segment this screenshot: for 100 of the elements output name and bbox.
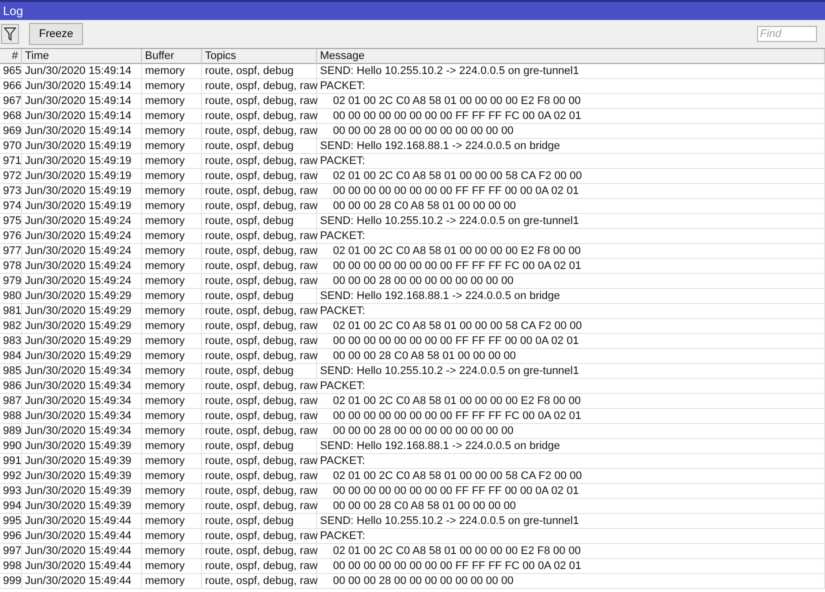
buffer-cell: memory — [142, 94, 202, 108]
time-column-header[interactable]: Time — [22, 49, 142, 64]
buffer-cell: memory — [142, 499, 202, 513]
row-number: 976 — [0, 229, 22, 243]
number-column-header[interactable]: # — [0, 49, 22, 64]
row-number: 971 — [0, 154, 22, 168]
time-cell: Jun/30/2020 15:49:29 — [22, 319, 142, 333]
topics-cell: route, ospf, debug, raw — [202, 349, 317, 363]
message-cell: PACKET: — [317, 304, 825, 318]
topics-cell: route, ospf, debug, raw — [202, 304, 317, 318]
message-cell: 00 00 00 28 C0 A8 58 01 00 00 00 00 — [317, 199, 825, 213]
time-cell: Jun/30/2020 15:49:14 — [22, 79, 142, 93]
buffer-cell: memory — [142, 319, 202, 333]
message-cell: SEND: Hello 10.255.10.2 -> 224.0.0.5 on gre-tunnel1 — [317, 64, 825, 78]
message-cell: 02 01 00 2C C0 A8 58 01 00 00 00 58 CA F2 00 00 — [317, 319, 825, 333]
buffer-cell: memory — [142, 259, 202, 273]
time-cell: Jun/30/2020 15:49:24 — [22, 259, 142, 273]
message-cell: 00 00 00 28 00 00 00 00 00 00 00 00 — [317, 124, 825, 138]
topics-cell: route, ospf, debug — [202, 364, 317, 378]
row-number: 992 — [0, 469, 22, 483]
buffer-column-header[interactable]: Buffer — [142, 49, 202, 64]
row-number: 977 — [0, 244, 22, 258]
row-number: 995 — [0, 514, 22, 528]
topics-cell: route, ospf, debug — [202, 214, 317, 228]
row-number: 975 — [0, 214, 22, 228]
time-cell: Jun/30/2020 15:49:34 — [22, 409, 142, 423]
time-cell: Jun/30/2020 15:49:44 — [22, 544, 142, 558]
time-cell: Jun/30/2020 15:49:19 — [22, 154, 142, 168]
row-number: 997 — [0, 544, 22, 558]
buffer-cell: memory — [142, 559, 202, 573]
buffer-cell: memory — [142, 229, 202, 243]
message-cell: 00 00 00 28 C0 A8 58 01 00 00 00 00 — [317, 349, 825, 363]
find-field[interactable]: Find — [757, 26, 817, 42]
row-number: 990 — [0, 439, 22, 453]
topics-cell: route, ospf, debug — [202, 514, 317, 528]
buffer-cell: memory — [142, 454, 202, 468]
topics-cell: route, ospf, debug, raw — [202, 169, 317, 183]
buffer-cell: memory — [142, 274, 202, 288]
time-cell: Jun/30/2020 15:49:34 — [22, 364, 142, 378]
message-cell: 00 00 00 28 00 00 00 00 00 00 00 00 — [317, 574, 825, 588]
time-cell: Jun/30/2020 15:49:19 — [22, 184, 142, 198]
message-cell: 00 00 00 00 00 00 00 00 FF FF FF FC 00 0A 02 01 — [317, 409, 825, 423]
message-column-header[interactable]: Message — [317, 49, 825, 64]
message-cell: 00 00 00 00 00 00 00 00 FF FF FF 00 00 0A 02 01 — [317, 184, 825, 198]
buffer-cell: memory — [142, 199, 202, 213]
buffer-cell: memory — [142, 154, 202, 168]
topics-column-header[interactable]: Topics — [202, 49, 317, 64]
row-number: 996 — [0, 529, 22, 543]
message-cell: 02 01 00 2C C0 A8 58 01 00 00 00 00 E2 F8 00 00 — [317, 94, 825, 108]
time-cell: Jun/30/2020 15:49:29 — [22, 334, 142, 348]
row-number: 998 — [0, 559, 22, 573]
message-cell: PACKET: — [317, 229, 825, 243]
filter-button[interactable] — [1, 24, 19, 44]
topics-cell: route, ospf, debug — [202, 289, 317, 303]
message-cell: 00 00 00 00 00 00 00 00 FF FF FF FC 00 0A 02 01 — [317, 109, 825, 123]
row-number: 972 — [0, 169, 22, 183]
topics-cell: route, ospf, debug, raw — [202, 379, 317, 393]
buffer-cell: memory — [142, 214, 202, 228]
time-cell: Jun/30/2020 15:49:19 — [22, 199, 142, 213]
message-cell: SEND: Hello 10.255.10.2 -> 224.0.0.5 on gre-tunnel1 — [317, 514, 825, 528]
time-cell: Jun/30/2020 15:49:14 — [22, 94, 142, 108]
buffer-cell: memory — [142, 64, 202, 78]
row-number: 965 — [0, 64, 22, 78]
row-number: 993 — [0, 484, 22, 498]
time-cell: Jun/30/2020 15:49:39 — [22, 499, 142, 513]
topics-cell: route, ospf, debug, raw — [202, 199, 317, 213]
topics-cell: route, ospf, debug, raw — [202, 469, 317, 483]
time-cell: Jun/30/2020 15:49:24 — [22, 274, 142, 288]
buffer-cell: memory — [142, 409, 202, 423]
topics-cell: route, ospf, debug, raw — [202, 244, 317, 258]
topics-cell: route, ospf, debug, raw — [202, 484, 317, 498]
buffer-cell: memory — [142, 394, 202, 408]
topics-cell: route, ospf, debug — [202, 139, 317, 153]
buffer-cell: memory — [142, 544, 202, 558]
message-cell: 00 00 00 00 00 00 00 00 FF FF FF 00 00 0A 02 01 — [317, 484, 825, 498]
time-cell: Jun/30/2020 15:49:19 — [22, 139, 142, 153]
time-cell: Jun/30/2020 15:49:29 — [22, 349, 142, 363]
freeze-button[interactable]: Freeze — [29, 23, 84, 45]
row-number: 970 — [0, 139, 22, 153]
row-number: 966 — [0, 79, 22, 93]
row-number: 969 — [0, 124, 22, 138]
buffer-cell: memory — [142, 574, 202, 588]
topics-cell: route, ospf, debug, raw — [202, 229, 317, 243]
topics-cell: route, ospf, debug, raw — [202, 79, 317, 93]
topics-cell: route, ospf, debug, raw — [202, 454, 317, 468]
row-number: 981 — [0, 304, 22, 318]
message-cell: SEND: Hello 192.168.88.1 -> 224.0.0.5 on bridge — [317, 289, 825, 303]
topics-cell: route, ospf, debug, raw — [202, 319, 317, 333]
row-number: 980 — [0, 289, 22, 303]
time-cell: Jun/30/2020 15:49:39 — [22, 484, 142, 498]
buffer-cell: memory — [142, 469, 202, 483]
message-cell: 00 00 00 28 00 00 00 00 00 00 00 00 — [317, 274, 825, 288]
buffer-cell: memory — [142, 349, 202, 363]
message-cell: PACKET: — [317, 454, 825, 468]
time-cell: Jun/30/2020 15:49:24 — [22, 214, 142, 228]
message-cell: 02 01 00 2C C0 A8 58 01 00 00 00 58 CA F2 00 00 — [317, 169, 825, 183]
topics-cell: route, ospf, debug, raw — [202, 529, 317, 543]
topics-cell: route, ospf, debug — [202, 439, 317, 453]
row-number: 987 — [0, 394, 22, 408]
buffer-cell: memory — [142, 484, 202, 498]
